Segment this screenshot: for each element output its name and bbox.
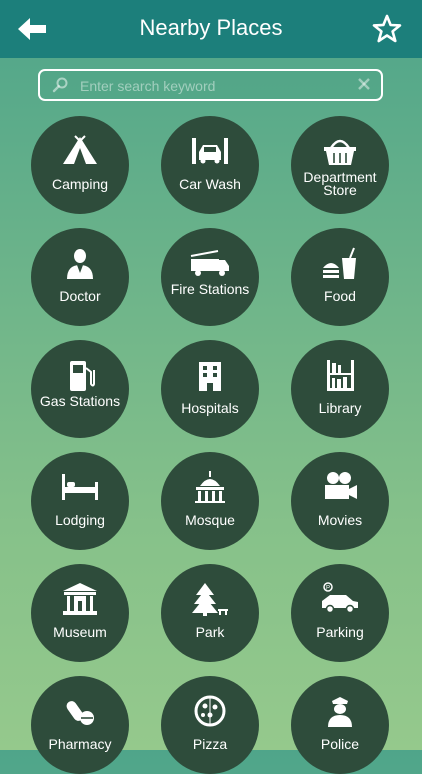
category-label: Camping <box>51 176 109 192</box>
category-label: Movies <box>317 512 363 528</box>
hospital-building-icon <box>199 362 221 391</box>
star-icon[interactable] <box>372 14 402 44</box>
bookshelf-icon <box>327 360 354 391</box>
category-doctor[interactable]: Doctor <box>31 228 129 326</box>
category-label: Food <box>324 288 356 304</box>
tent-icon <box>63 135 97 164</box>
category-pizza[interactable]: Pizza <box>161 676 259 774</box>
search-input[interactable] <box>78 75 352 97</box>
category-lodging[interactable]: Lodging <box>31 452 129 550</box>
category-label: Police <box>320 736 360 752</box>
category-pharmacy[interactable]: Pharmacy <box>31 676 129 774</box>
burger-drink-icon <box>323 247 356 279</box>
category-label: Fire Stations <box>170 281 250 297</box>
category-mosque[interactable]: Mosque <box>161 452 259 550</box>
parking-car-icon: P <box>322 582 358 614</box>
search-bar <box>38 69 383 101</box>
category-movies[interactable]: Movies <box>291 452 389 550</box>
film-camera-icon <box>325 472 357 499</box>
page-title: Nearby Places <box>139 15 283 40</box>
category-label: Lodging <box>55 512 105 528</box>
category-label: Parking <box>316 624 364 640</box>
category-label: Gas Stations <box>39 393 121 409</box>
category-library[interactable]: Library <box>291 340 389 438</box>
category-label: Library <box>318 400 362 416</box>
category-gas-stations[interactable]: Gas Stations <box>31 340 129 438</box>
fire-truck-icon <box>190 250 229 276</box>
category-label: Museum <box>53 624 107 640</box>
category-label: Department Store <box>303 169 377 198</box>
museum-icon <box>63 583 97 615</box>
category-park[interactable]: Park <box>161 564 259 662</box>
header-bar: Nearby Places <box>0 0 422 58</box>
category-parking[interactable]: P Parking <box>291 564 389 662</box>
bed-icon <box>62 474 98 500</box>
pizza-icon <box>194 695 226 727</box>
category-label: Car Wash <box>179 176 241 192</box>
search-icon <box>52 77 68 93</box>
category-label: Park <box>195 624 225 640</box>
category-fire-stations[interactable]: Fire Stations <box>161 228 259 326</box>
category-label: Doctor <box>59 288 101 304</box>
category-car-wash[interactable]: Car Wash <box>161 116 259 214</box>
category-label: Mosque <box>185 512 235 528</box>
category-museum[interactable]: Museum <box>31 564 129 662</box>
category-police[interactable]: Police <box>291 676 389 774</box>
doctor-icon <box>67 249 93 279</box>
shopping-basket-icon <box>324 139 356 165</box>
category-label: Pharmacy <box>48 736 112 752</box>
clear-icon[interactable] <box>357 77 371 91</box>
pine-tree-icon <box>192 583 228 616</box>
category-food[interactable]: Food <box>291 228 389 326</box>
car-wash-icon <box>192 138 228 164</box>
category-label: Hospitals <box>181 400 239 416</box>
category-hospitals[interactable]: Hospitals <box>161 340 259 438</box>
svg-text:P: P <box>326 586 330 592</box>
pill-icon <box>66 701 94 725</box>
gas-pump-icon <box>70 361 95 391</box>
category-camping[interactable]: Camping <box>31 116 129 214</box>
police-officer-icon <box>328 697 352 727</box>
category-label: Pizza <box>192 736 228 752</box>
dome-building-icon <box>195 471 225 503</box>
category-department-store[interactable]: Department Store <box>291 116 389 214</box>
